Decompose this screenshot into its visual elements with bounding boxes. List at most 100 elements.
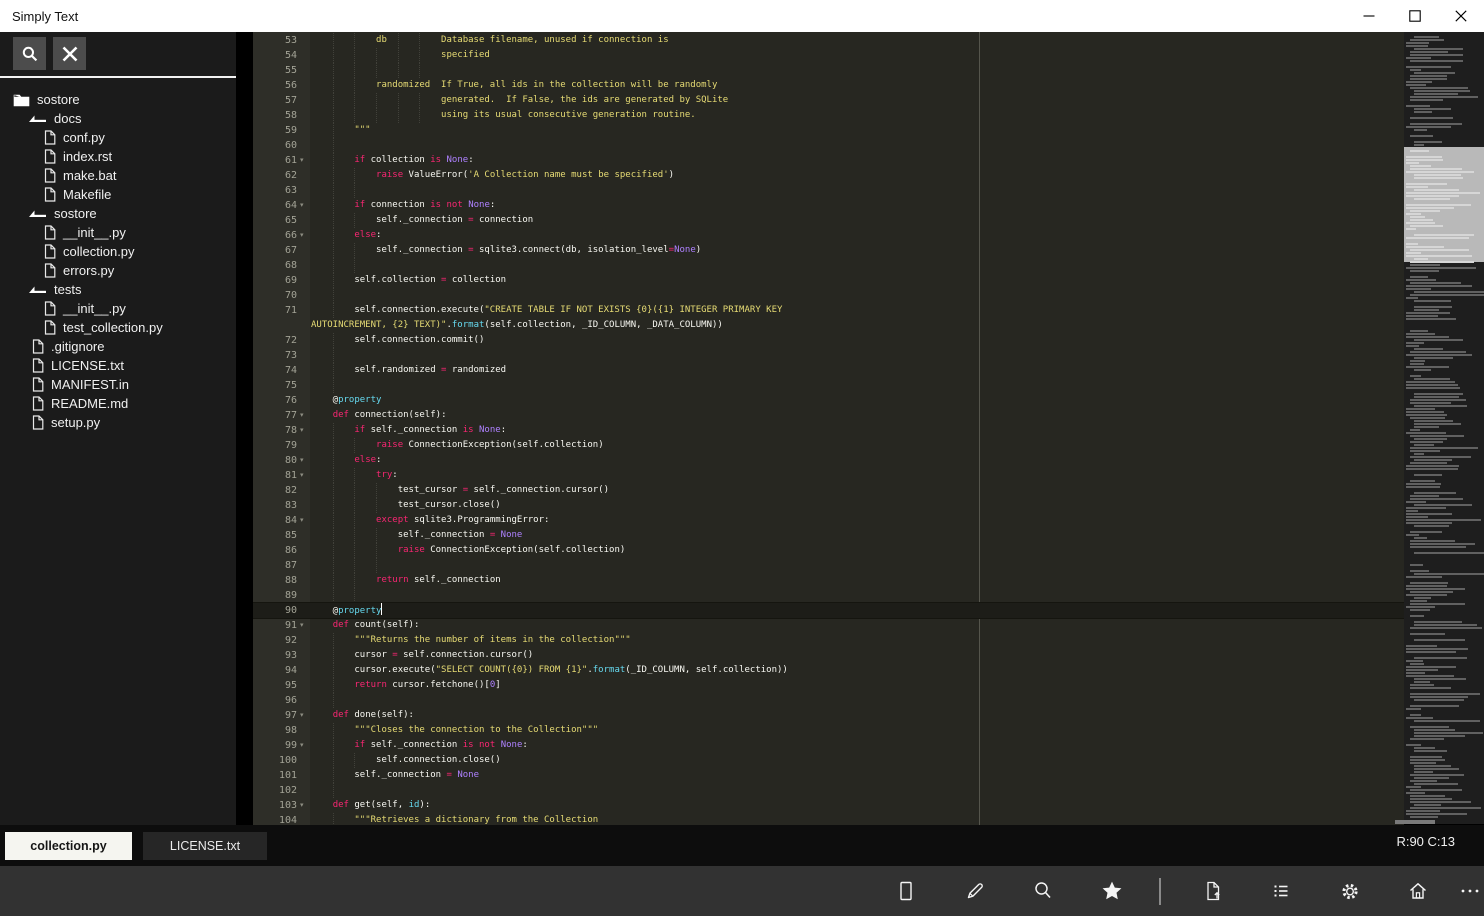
more-button[interactable] [1458,879,1482,903]
fold-arrow-icon[interactable]: ▾ [300,198,304,213]
home-button[interactable] [1406,879,1430,903]
fold-arrow-icon[interactable]: ▾ [300,408,304,423]
code-line[interactable]: 79 raise ConnectionException(self.collec… [253,438,1404,453]
tree-item-errors-py[interactable]: errors.py [0,261,236,280]
code-line[interactable]: 72 self.connection.commit() [253,333,1404,348]
tree-item-manifest-in[interactable]: MANIFEST.in [0,375,236,394]
tree-item-index-rst[interactable]: index.rst [0,147,236,166]
code-line[interactable]: 73 [253,348,1404,363]
code-editor[interactable]: 53 db Database filename, unused if conne… [253,32,1404,825]
code-line[interactable]: 103▾ def get(self, id): [253,798,1404,813]
settings-button[interactable] [1338,879,1362,903]
fold-arrow-icon[interactable]: ▾ [300,738,304,753]
tree-item--init-py[interactable]: __init__.py [0,299,236,318]
code-line[interactable]: 91▾ def count(self): [253,618,1404,633]
code-line[interactable]: 83 test_cursor.close() [253,498,1404,513]
tree-item-docs[interactable]: docs [0,109,236,128]
fold-arrow-icon[interactable]: ▾ [300,798,304,813]
tree-item-makefile[interactable]: Makefile [0,185,236,204]
fold-arrow-icon[interactable]: ▾ [300,228,304,243]
code-line[interactable]: 88 return self._connection [253,573,1404,588]
code-line[interactable]: 99▾ if self._connection is not None: [253,738,1404,753]
code-line[interactable]: 76 @property [253,393,1404,408]
code-line[interactable]: 98 """Closes the connection to the Colle… [253,723,1404,738]
tree-item--init-py[interactable]: __init__.py [0,223,236,242]
code-line[interactable]: 61▾ if collection is None: [253,153,1404,168]
code-line[interactable]: 94 cursor.execute("SELECT COUNT({0}) FRO… [253,663,1404,678]
export-file-button[interactable] [1201,879,1225,903]
code-line[interactable]: 100 self.connection.close() [253,753,1404,768]
code-line[interactable]: 102 [253,783,1404,798]
maximize-button[interactable] [1392,0,1438,32]
code-line[interactable]: 55 [253,63,1404,78]
code-line[interactable]: 92 """Returns the number of items in the… [253,633,1404,648]
fold-arrow-icon[interactable]: ▾ [300,708,304,723]
code-line[interactable]: 87 [253,558,1404,573]
code-line[interactable]: 75 [253,378,1404,393]
code-line[interactable]: 58 using its usual consecutive generatio… [253,108,1404,123]
code-line[interactable]: 68 [253,258,1404,273]
code-line[interactable]: 74 self.randomized = randomized [253,363,1404,378]
code-line[interactable]: 80▾ else: [253,453,1404,468]
code-line[interactable]: 60 [253,138,1404,153]
page-button[interactable] [894,879,918,903]
code-line[interactable]: 62 raise ValueError('A Collection name m… [253,168,1404,183]
code-line-current[interactable]: 90 @property [253,603,1404,618]
tree-item-readme-md[interactable]: README.md [0,394,236,413]
fold-arrow-icon[interactable]: ▾ [300,513,304,528]
tree-item-tests[interactable]: tests [0,280,236,299]
code-line[interactable]: 64▾ if connection is not None: [253,198,1404,213]
tree-item-sostore[interactable]: sostore [0,90,236,109]
code-line[interactable]: 89 [253,588,1404,603]
tree-item-make-bat[interactable]: make.bat [0,166,236,185]
code-line[interactable]: 63 [253,183,1404,198]
fold-arrow-icon[interactable]: ▾ [300,453,304,468]
code-line[interactable]: 71 self.connection.execute("CREATE TABLE… [253,303,1404,318]
code-line[interactable]: 59 """ [253,123,1404,138]
fold-arrow-icon[interactable]: ▾ [300,153,304,168]
tree-item-sostore[interactable]: sostore [0,204,236,223]
find-button[interactable] [1031,879,1055,903]
fold-arrow-icon[interactable]: ▾ [300,618,304,633]
sidebar-search-button[interactable] [13,37,46,70]
code-line[interactable]: 56 randomized If True, all ids in the co… [253,78,1404,93]
code-line[interactable]: 54 specified [253,48,1404,63]
code-line[interactable]: 53 db Database filename, unused if conne… [253,33,1404,48]
code-line[interactable]: 57 generated. If False, the ids are gene… [253,93,1404,108]
tree-item-collection-py[interactable]: collection.py [0,242,236,261]
code-line[interactable]: 77▾ def connection(self): [253,408,1404,423]
minimap[interactable] [1404,32,1484,824]
tree-item-setup-py[interactable]: setup.py [0,413,236,432]
edit-button[interactable] [963,879,987,903]
sidebar-close-button[interactable] [53,37,86,70]
code-line[interactable]: 67 self._connection = sqlite3.connect(db… [253,243,1404,258]
code-line[interactable]: 84▾ except sqlite3.ProgrammingError: [253,513,1404,528]
code-line[interactable]: 69 self.collection = collection [253,273,1404,288]
code-line[interactable]: 101 self._connection = None [253,768,1404,783]
code-line[interactable]: 96 [253,693,1404,708]
fold-arrow-icon[interactable]: ▾ [300,423,304,438]
code-line[interactable]: 104 """Retrieves a dictionary from the C… [253,813,1404,825]
code-line[interactable]: 65 self._connection = connection [253,213,1404,228]
list-button[interactable] [1269,879,1293,903]
tree-item-license-txt[interactable]: LICENSE.txt [0,356,236,375]
code-line[interactable]: 86 raise ConnectionException(self.collec… [253,543,1404,558]
tab-license-txt[interactable]: LICENSE.txt [143,832,267,860]
tree-item-conf-py[interactable]: conf.py [0,128,236,147]
code-line[interactable]: 97▾ def done(self): [253,708,1404,723]
code-line[interactable]: 95 return cursor.fetchone()[0] [253,678,1404,693]
code-line[interactable]: 85 self._connection = None [253,528,1404,543]
favorites-button[interactable] [1100,879,1124,903]
code-line[interactable]: 70 [253,288,1404,303]
code-line[interactable]: 93 cursor = self.connection.cursor() [253,648,1404,663]
close-button[interactable] [1438,0,1484,32]
code-line[interactable]: 66▾ else: [253,228,1404,243]
tree-item-test-collection-py[interactable]: test_collection.py [0,318,236,337]
code-line[interactable]: 78▾ if self._connection is None: [253,423,1404,438]
fold-arrow-icon[interactable]: ▾ [300,468,304,483]
code-line[interactable]: 81▾ try: [253,468,1404,483]
code-line[interactable]: 82 test_cursor = self._connection.cursor… [253,483,1404,498]
tab-collection-py[interactable]: collection.py [5,832,132,860]
minimize-button[interactable] [1346,0,1392,32]
code-line[interactable]: AUTOINCREMENT, {2} TEXT)".format(self.co… [253,318,1404,333]
